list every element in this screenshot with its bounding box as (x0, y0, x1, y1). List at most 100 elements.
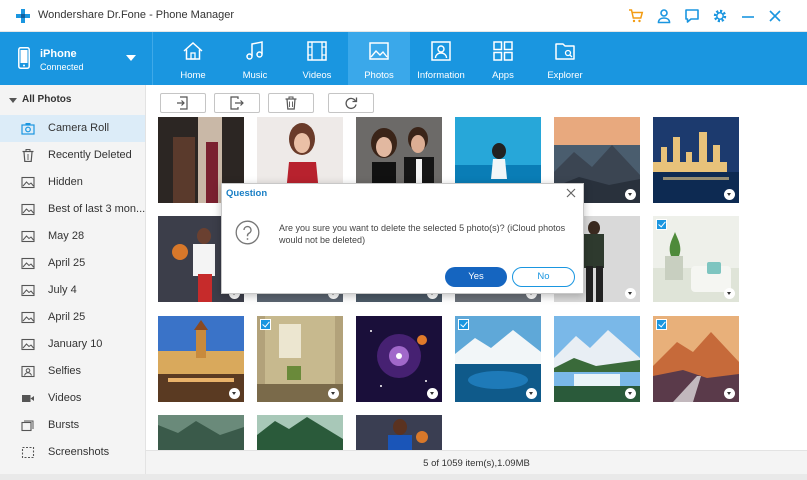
window-bottom-edge (0, 474, 807, 480)
title-bar: Wondershare Dr.Fone - Phone Manager (0, 0, 807, 32)
sidebar-item-label: May 28 (48, 230, 85, 242)
main-navigation: iPhone Connected Home Music Videos Photo… (0, 32, 807, 85)
album-sidebar: All Photos Camera Roll Recently Deleted … (0, 85, 146, 480)
image-icon (21, 284, 35, 297)
camera-icon (21, 123, 35, 135)
sidebar-item-best-of-last-3-months[interactable]: Best of last 3 mon... (0, 196, 145, 223)
nav-explorer-label: Explorer (547, 70, 583, 81)
nav-explorer[interactable]: Explorer (534, 32, 596, 85)
music-icon (246, 41, 263, 60)
home-icon (183, 41, 203, 60)
selected-checkbox[interactable] (260, 319, 271, 330)
image-icon (21, 203, 35, 216)
import-button[interactable] (160, 93, 206, 113)
image-icon (21, 257, 35, 270)
screenshot-icon (21, 446, 35, 459)
nav-videos[interactable]: Videos (286, 32, 348, 85)
sidebar-item-may-28[interactable]: May 28 (0, 223, 145, 250)
all-photos-label: All Photos (22, 94, 72, 105)
nav-apps[interactable]: Apps (472, 32, 534, 85)
all-photos-header[interactable]: All Photos (0, 93, 145, 109)
drfone-logo-icon (16, 9, 30, 23)
export-button[interactable] (214, 93, 260, 113)
sidebar-item-hidden[interactable]: Hidden (0, 169, 145, 196)
photo-thumbnail[interactable] (653, 216, 739, 302)
status-bar: 5 of 1059 item(s),1.09MB (146, 450, 807, 474)
feedback-icon[interactable] (684, 8, 700, 24)
refresh-button[interactable] (328, 93, 374, 113)
cloud-download-icon (328, 388, 339, 399)
nav-photos[interactable]: Photos (348, 32, 410, 85)
photo-toolbar (146, 85, 807, 117)
sidebar-item-bursts[interactable]: Bursts (0, 412, 145, 439)
photo-thumbnail[interactable] (554, 316, 640, 402)
photo-thumbnail[interactable] (158, 316, 244, 402)
delete-confirm-dialog: Question Are you sure you want to delete… (221, 183, 584, 294)
nav-photos-label: Photos (364, 70, 394, 81)
sidebar-item-july-4[interactable]: July 4 (0, 277, 145, 304)
cloud-download-icon (526, 388, 537, 399)
nav-videos-label: Videos (302, 70, 332, 81)
nav-home[interactable]: Home (162, 32, 224, 85)
sidebar-item-label: Recently Deleted (48, 149, 132, 161)
image-icon (21, 311, 35, 324)
sidebar-item-april-25-second[interactable]: April 25 (0, 304, 145, 331)
settings-icon[interactable] (712, 8, 728, 24)
sidebar-item-label: Camera Roll (48, 122, 110, 134)
cloud-download-icon (724, 288, 735, 299)
dialog-close-icon[interactable] (566, 188, 576, 198)
photo-thumbnail[interactable] (356, 415, 442, 450)
device-status: Connected (40, 62, 84, 72)
sidebar-item-label: Videos (48, 392, 82, 404)
photo-thumbnail[interactable] (653, 117, 739, 203)
refresh-icon (345, 97, 358, 110)
photo-image (356, 415, 442, 450)
image-icon (21, 230, 35, 243)
selfie-icon (21, 365, 35, 378)
selected-checkbox[interactable] (656, 319, 667, 330)
photo-thumbnail[interactable] (455, 316, 541, 402)
sidebar-item-january-10[interactable]: January 10 (0, 331, 145, 358)
photo-thumbnail[interactable] (257, 316, 343, 402)
bursts-icon (21, 420, 34, 432)
nav-apps-label: Apps (492, 70, 514, 81)
nav-information[interactable]: Information (410, 32, 472, 85)
sidebar-item-camera-roll[interactable]: Camera Roll (0, 115, 145, 142)
selected-checkbox[interactable] (458, 319, 469, 330)
no-button[interactable]: No (512, 267, 575, 287)
user-icon[interactable] (656, 8, 672, 24)
sidebar-item-april-25[interactable]: April 25 (0, 250, 145, 277)
nav-music-label: Music (242, 70, 268, 81)
sidebar-item-label: January 10 (48, 338, 103, 350)
delete-button[interactable] (268, 93, 314, 113)
cloud-download-icon (724, 388, 735, 399)
delete-icon (285, 96, 297, 110)
device-selector[interactable]: iPhone Connected (0, 32, 153, 85)
photo-image (158, 415, 244, 450)
selected-checkbox[interactable] (656, 219, 667, 230)
close-icon[interactable] (767, 8, 783, 24)
cart-icon[interactable] (628, 8, 644, 24)
sidebar-item-screenshots[interactable]: Screenshots (0, 439, 145, 466)
cloud-download-icon (625, 189, 636, 200)
device-name: iPhone (40, 48, 77, 60)
chevron-down-icon (126, 55, 136, 61)
nav-music[interactable]: Music (224, 32, 286, 85)
photo-thumbnail[interactable] (356, 316, 442, 402)
photos-icon (369, 42, 389, 60)
question-icon (235, 220, 260, 245)
yes-button[interactable]: Yes (445, 267, 507, 287)
sidebar-item-recently-deleted[interactable]: Recently Deleted (0, 142, 145, 169)
photo-thumbnail[interactable] (158, 415, 244, 450)
cloud-download-icon (625, 388, 636, 399)
photo-thumbnail[interactable] (653, 316, 739, 402)
minimize-icon[interactable] (740, 8, 756, 24)
sidebar-item-label: Selfies (48, 365, 82, 377)
cloud-download-icon (625, 288, 636, 299)
phone-icon (18, 47, 30, 69)
selection-status: 5 of 1059 item(s),1.09MB (423, 458, 530, 469)
explorer-icon (555, 43, 575, 60)
sidebar-item-videos[interactable]: Videos (0, 385, 145, 412)
sidebar-item-selfies[interactable]: Selfies (0, 358, 145, 385)
photo-thumbnail[interactable] (257, 415, 343, 450)
